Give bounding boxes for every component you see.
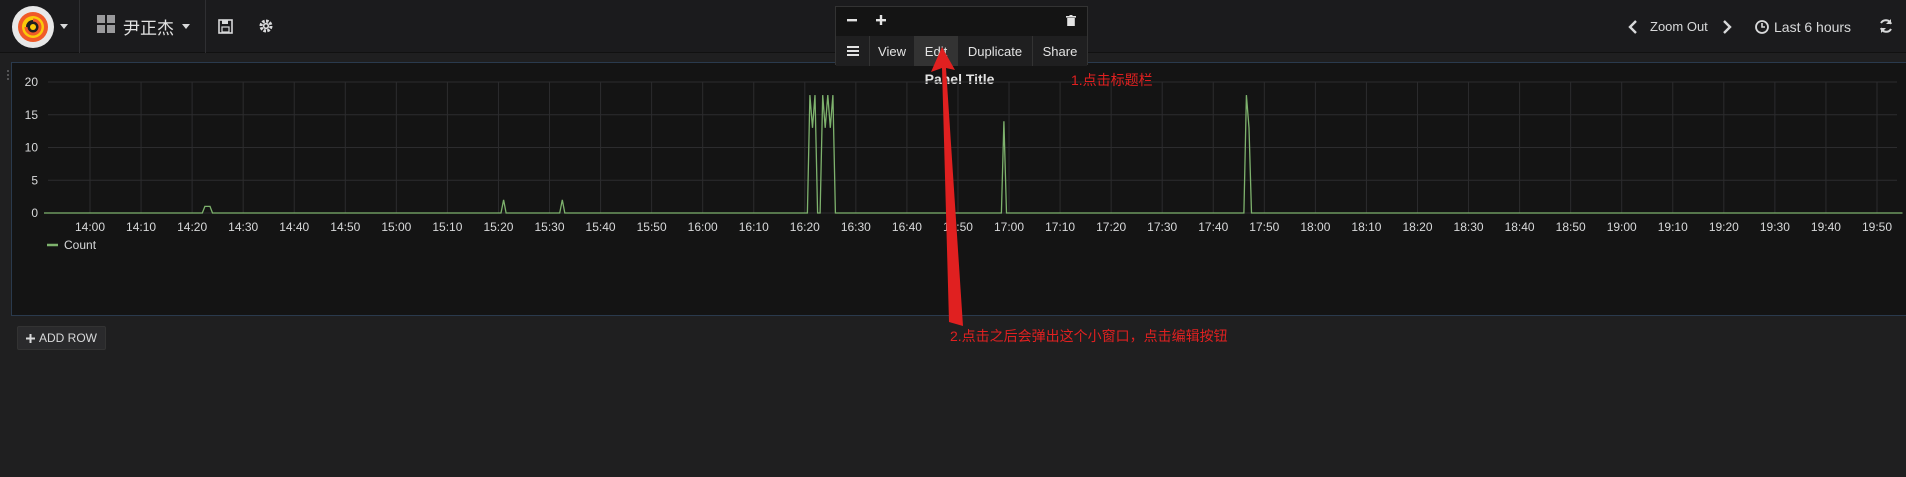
panel-delete-button[interactable]: [1063, 12, 1079, 28]
drag-handle-icon[interactable]: [6, 69, 10, 83]
panel-width-decrease-button[interactable]: [844, 12, 860, 28]
x-tick-label: 14:30: [228, 220, 258, 234]
x-tick-label: 18:40: [1505, 220, 1535, 234]
legend-label: Count: [64, 238, 97, 252]
x-tick-label: 15:40: [586, 220, 616, 234]
grafana-logo-icon: [11, 5, 54, 48]
plus-icon: [876, 15, 886, 25]
x-tick-label: 15:30: [534, 220, 564, 234]
x-tick-label: 19:00: [1607, 220, 1637, 234]
x-tick-label: 18:00: [1300, 220, 1330, 234]
y-tick-label: 0: [31, 206, 38, 220]
x-tick-label: 18:20: [1402, 220, 1432, 234]
trash-icon: [1066, 14, 1076, 26]
zoom-out-button[interactable]: Zoom Out: [1650, 19, 1708, 34]
x-tick-label: 17:20: [1096, 220, 1126, 234]
x-tick-label: 19:10: [1658, 220, 1688, 234]
x-tick-label: 14:10: [126, 220, 156, 234]
x-tick-label: 14:20: [177, 220, 207, 234]
x-tick-label: 15:50: [637, 220, 667, 234]
dashboard-picker[interactable]: 尹正杰: [81, 0, 206, 53]
x-tick-label: 17:40: [1198, 220, 1228, 234]
dashboard-title: 尹正杰: [123, 19, 174, 38]
x-tick-label: 15:00: [381, 220, 411, 234]
annotation-step2: 2.点击之后会弹出这个小窗口，点击编辑按钮: [950, 328, 1228, 344]
x-tick-label: 19:30: [1760, 220, 1790, 234]
x-tick-label: 16:20: [790, 220, 820, 234]
x-tick-label: 16:10: [739, 220, 769, 234]
x-tick-label: 18:10: [1351, 220, 1381, 234]
x-tick-label: 14:40: [279, 220, 309, 234]
y-tick-label: 20: [25, 75, 39, 89]
x-tick-label: 19:20: [1709, 220, 1739, 234]
refresh-button[interactable]: [1874, 14, 1898, 38]
x-tick-label: 16:40: [892, 220, 922, 234]
clock-icon: [1755, 19, 1769, 34]
zoom-controls: Zoom Out: [1628, 0, 1732, 53]
y-tick-label: 10: [25, 141, 39, 155]
x-tick-label: 15:20: [483, 220, 513, 234]
annotation-step1: 1.点击标题栏: [1071, 72, 1153, 88]
x-tick-label: 17:50: [1249, 220, 1279, 234]
x-tick-label: 15:10: [432, 220, 462, 234]
x-tick-label: 16:30: [841, 220, 871, 234]
add-row-label: ADD ROW: [39, 331, 97, 345]
chevron-down-icon: [182, 24, 190, 29]
x-tick-label: 16:50: [943, 220, 973, 234]
y-tick-label: 15: [25, 108, 39, 122]
x-tick-label: 16:00: [688, 220, 718, 234]
hamburger-icon: [846, 46, 859, 56]
refresh-icon: [1880, 19, 1892, 33]
x-tick-label: 14:50: [330, 220, 360, 234]
panel-menu-popup: View Edit Duplicate Share: [835, 6, 1088, 66]
series-line-count: [44, 95, 1903, 214]
x-tick-label: 18:50: [1556, 220, 1586, 234]
time-forward-button[interactable]: [1722, 19, 1732, 34]
x-tick-label: 19:50: [1862, 220, 1892, 234]
x-tick-label: 18:30: [1454, 220, 1484, 234]
graph-panel: Panel Title 0 5 10 15 20 14:00 14:10 14:20 14:30…: [7, 62, 1906, 316]
panel-duplicate-button[interactable]: Duplicate: [957, 36, 1032, 66]
settings-button[interactable]: [254, 14, 278, 38]
panel-view-button[interactable]: View: [869, 36, 914, 66]
panel-menu-hamburger-button[interactable]: [836, 36, 869, 66]
save-dashboard-button[interactable]: [213, 14, 237, 38]
x-tick-label: 17:10: [1045, 220, 1075, 234]
save-icon: [217, 18, 233, 34]
minus-icon: [847, 19, 857, 22]
grafana-menu-button[interactable]: [0, 0, 80, 53]
panel-width-increase-button[interactable]: [873, 12, 889, 28]
graph-chart: 0 5 10 15 20 14:00 14:10 14:20 14:30 14:40 14:50 15…: [25, 75, 1903, 252]
panel-edit-button[interactable]: Edit: [914, 36, 957, 66]
plus-icon: [26, 333, 35, 343]
time-picker[interactable]: Last 6 hours: [1755, 0, 1851, 53]
x-tick-label: 14:00: [75, 220, 105, 234]
add-row-button[interactable]: ADD ROW: [17, 326, 106, 350]
gear-icon: [259, 19, 273, 33]
x-tick-label: 19:40: [1811, 220, 1841, 234]
time-range-label: Last 6 hours: [1774, 18, 1852, 35]
time-back-button[interactable]: [1628, 19, 1638, 34]
x-tick-label: 17:00: [994, 220, 1024, 234]
dashboard-grid-icon: [97, 15, 115, 38]
chevron-left-icon: [1628, 19, 1637, 34]
y-tick-label: 5: [31, 173, 38, 187]
panel-share-button[interactable]: Share: [1032, 36, 1087, 66]
chevron-right-icon: [1722, 19, 1732, 34]
x-tick-label: 17:30: [1147, 220, 1177, 234]
chevron-down-icon: [59, 24, 68, 29]
